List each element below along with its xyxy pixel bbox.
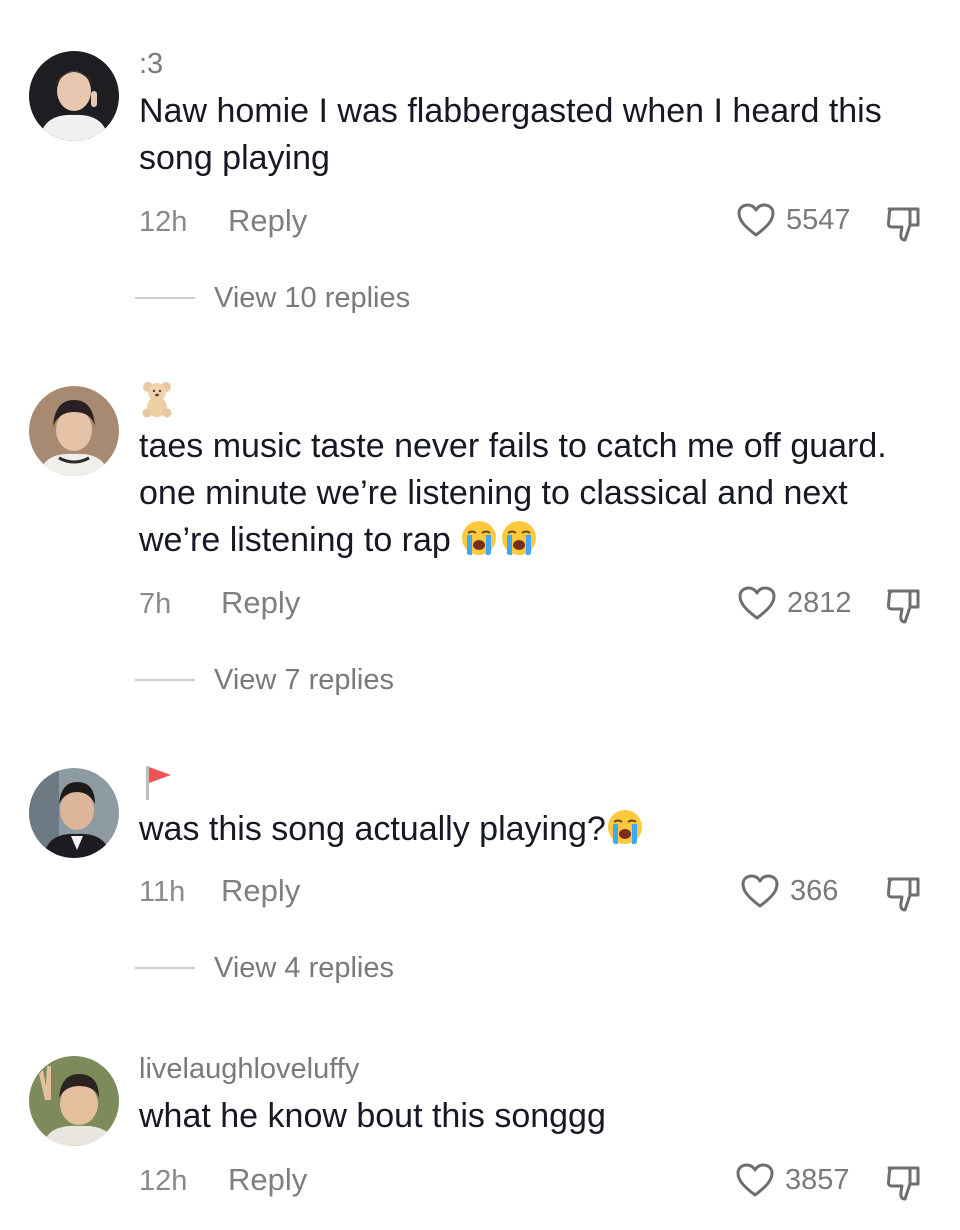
comment-time: 7h <box>139 588 172 620</box>
thumbs-down-icon <box>886 877 920 912</box>
dislike-button[interactable] <box>884 204 924 244</box>
comment-time: 11h <box>139 876 186 908</box>
reply-button[interactable]: Reply <box>228 204 307 238</box>
divider-line <box>135 297 195 299</box>
like-button[interactable]: 3857 <box>735 1162 850 1198</box>
view-replies-label: View 7 replies <box>214 664 395 696</box>
comment-text: Naw homie I was flabbergasted when I hea… <box>139 88 929 182</box>
like-button[interactable]: 2812 <box>737 585 852 621</box>
thumbs-down-icon <box>886 1166 920 1201</box>
red-flag-icon <box>139 762 175 802</box>
loudly-crying-face-icon <box>606 808 644 846</box>
like-count: 366 <box>790 875 839 907</box>
comment-time: 12h <box>139 1165 188 1197</box>
comment-text: taes music taste never fails to catch me… <box>139 423 929 564</box>
teddy-bear-icon <box>139 378 175 418</box>
like-count: 2812 <box>787 587 852 619</box>
heart-icon <box>741 874 779 908</box>
comment-text-body: Naw homie I was flabbergasted when I hea… <box>139 92 882 177</box>
avatar[interactable] <box>29 1056 119 1146</box>
view-replies-button[interactable]: View 7 replies <box>135 663 394 697</box>
comment-text: was this song actually playing? <box>139 806 929 853</box>
view-replies-button[interactable]: View 4 replies <box>135 951 394 985</box>
avatar[interactable] <box>29 386 119 476</box>
comment-time: 12h <box>139 206 188 238</box>
divider-line <box>135 967 195 969</box>
loudly-crying-face-icon <box>500 519 538 557</box>
like-button[interactable]: 5547 <box>736 202 851 238</box>
comment-text: what he know bout this songgg <box>139 1093 929 1140</box>
avatar[interactable] <box>29 51 119 141</box>
dislike-button[interactable] <box>884 1163 924 1203</box>
view-replies-label: View 4 replies <box>214 952 395 984</box>
divider-line <box>135 679 195 681</box>
thumbs-down-icon <box>886 589 920 624</box>
heart-icon <box>737 203 775 237</box>
avatar[interactable] <box>29 768 119 858</box>
view-replies-label: View 10 replies <box>214 282 411 314</box>
reply-button[interactable]: Reply <box>221 586 300 620</box>
reply-button[interactable]: Reply <box>221 874 300 908</box>
dislike-button[interactable] <box>884 874 924 914</box>
dislike-button[interactable] <box>884 586 924 626</box>
comment-text-body: was this song actually playing? <box>139 810 606 848</box>
username[interactable]: livelaughloveluffy <box>139 1054 359 1084</box>
thumbs-down-icon <box>886 207 920 242</box>
view-replies-button[interactable]: View 10 replies <box>135 281 410 315</box>
like-button[interactable]: 366 <box>740 873 838 909</box>
heart-icon <box>736 1163 774 1197</box>
username[interactable]: :3 <box>139 49 163 79</box>
loudly-crying-face-icon <box>460 519 498 557</box>
heart-icon <box>738 586 776 620</box>
reply-button[interactable]: Reply <box>228 1163 307 1197</box>
comment-text-body: what he know bout this songgg <box>139 1097 606 1135</box>
like-count: 3857 <box>785 1164 850 1196</box>
like-count: 5547 <box>786 204 851 236</box>
